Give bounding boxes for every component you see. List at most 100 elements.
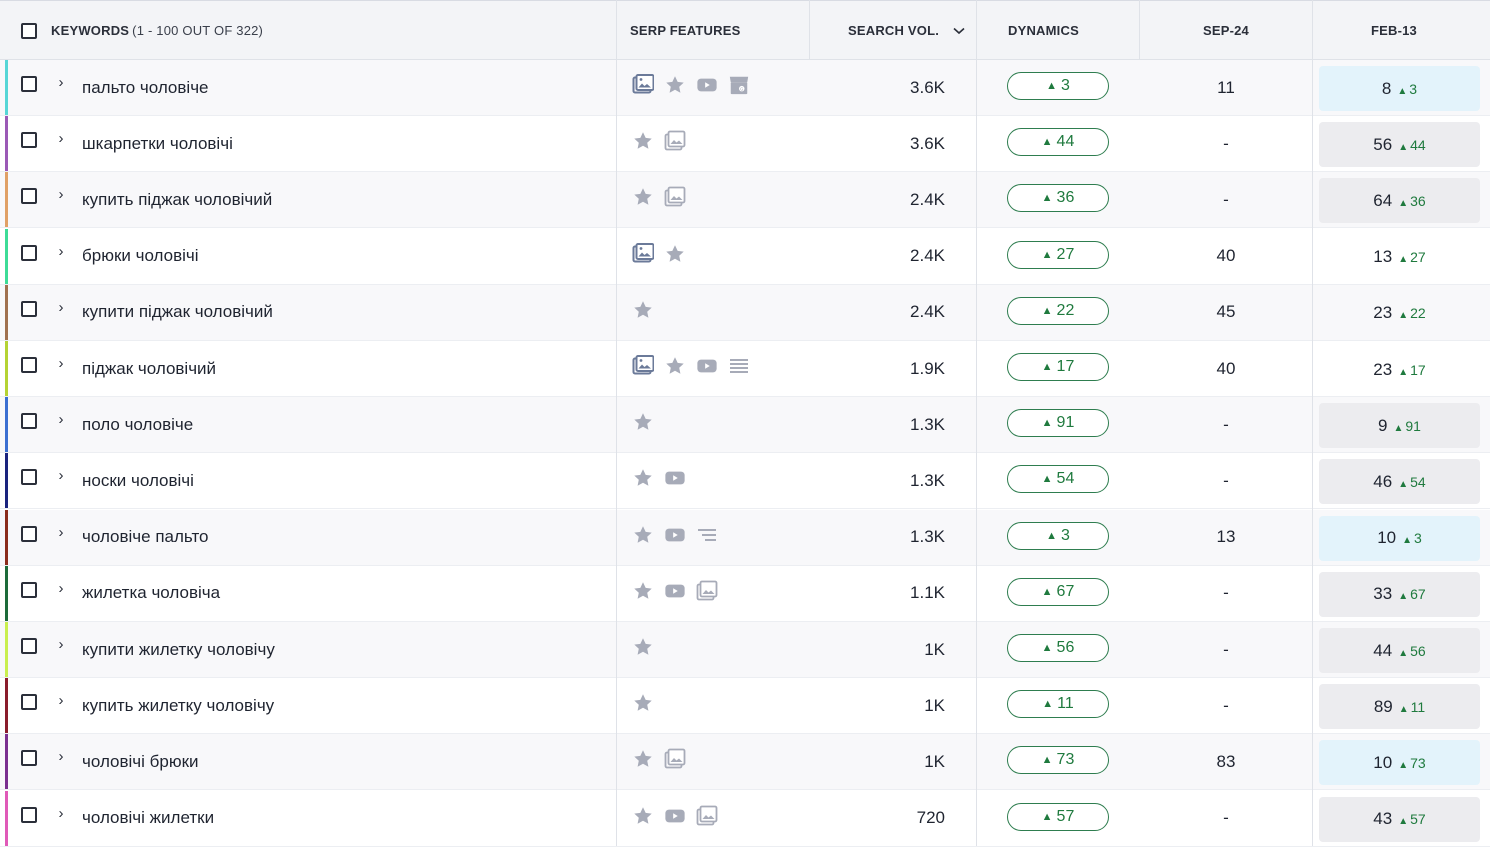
table-row[interactable]: › купити жилетку чоловічу 1K ▲ 56 - 44 ▲ 56 bbox=[0, 622, 1490, 678]
row-checkbox[interactable] bbox=[21, 132, 37, 149]
video-icon[interactable] bbox=[695, 73, 719, 97]
keyword-text[interactable]: піджак чоловічий bbox=[82, 341, 216, 396]
keyword-text[interactable]: чоловічі жилетки bbox=[82, 791, 214, 846]
dynamics-pill[interactable]: ▲ 17 bbox=[1007, 353, 1109, 381]
table-row[interactable]: › брюки чоловічі 2.4K ▲ 27 40 13 ▲ 27 bbox=[0, 228, 1490, 285]
star-icon[interactable] bbox=[631, 635, 655, 659]
expand-chevron-icon[interactable]: › bbox=[56, 636, 66, 653]
keyword-text[interactable]: поло чоловіче bbox=[82, 397, 193, 452]
table-row[interactable]: › купить піджак чоловічий 2.4K ▲ 36 - 64 ▲… bbox=[0, 172, 1490, 229]
keyword-text[interactable]: купити жилетку чоловічу bbox=[82, 622, 275, 677]
expand-chevron-icon[interactable]: › bbox=[56, 186, 66, 203]
expand-chevron-icon[interactable]: › bbox=[56, 692, 66, 709]
text-lines-icon[interactable] bbox=[695, 523, 719, 547]
dynamics-pill[interactable]: ▲ 22 bbox=[1007, 296, 1109, 325]
table-row[interactable]: › піджак чоловічий 1.9K ▲ 17 40 23 ▲ 17 bbox=[0, 341, 1490, 397]
row-checkbox[interactable] bbox=[21, 806, 37, 823]
video-icon[interactable] bbox=[663, 466, 687, 490]
dynamics-pill[interactable]: ▲ 56 bbox=[1007, 634, 1109, 662]
image-icon[interactable] bbox=[695, 579, 719, 603]
keyword-text[interactable]: пальто чоловіче bbox=[82, 60, 209, 115]
row-checkbox[interactable] bbox=[21, 638, 37, 654]
star-icon[interactable] bbox=[631, 804, 655, 828]
sort-chevron-down-icon[interactable] bbox=[953, 27, 965, 35]
table-row[interactable]: › купить жилетку чоловічу 1K ▲ 11 - 89 ▲ 11 bbox=[0, 678, 1490, 735]
star-icon[interactable] bbox=[631, 579, 655, 603]
dynamics-pill[interactable]: ▲ 54 bbox=[1007, 465, 1109, 494]
expand-chevron-icon[interactable]: › bbox=[56, 243, 66, 260]
table-row[interactable]: › чоловіче пальто 1.3K ▲ 3 13 10 ▲ 3 bbox=[0, 509, 1490, 566]
keywords-header[interactable]: KEYWORDS (1 - 100 OUT OF 322) bbox=[51, 1, 611, 60]
row-checkbox[interactable] bbox=[21, 188, 37, 205]
video-icon[interactable] bbox=[663, 804, 687, 828]
dynamics-header[interactable]: DYNAMICS bbox=[1008, 1, 1128, 60]
star-icon[interactable] bbox=[631, 185, 655, 209]
expand-chevron-icon[interactable]: › bbox=[56, 580, 66, 597]
table-row[interactable]: › купити піджак чоловічий 2.4K ▲ 22 45 23… bbox=[0, 284, 1490, 341]
dynamics-pill[interactable]: ▲ 91 bbox=[1007, 409, 1109, 438]
table-row[interactable]: › чоловічі жилетки 720 ▲ 57 - 43 ▲ 57 bbox=[0, 790, 1490, 847]
expand-chevron-icon[interactable]: › bbox=[56, 748, 66, 765]
table-row[interactable]: › пальто чоловіче G 3.6K ▲ 3 11 8 ▲ 3 bbox=[0, 60, 1490, 116]
star-icon[interactable] bbox=[631, 129, 655, 153]
row-checkbox[interactable] bbox=[21, 469, 37, 486]
expand-chevron-icon[interactable]: › bbox=[56, 355, 66, 372]
image-icon[interactable] bbox=[663, 129, 687, 153]
image-pack-icon[interactable] bbox=[631, 242, 655, 266]
dynamics-pill[interactable]: ▲ 73 bbox=[1007, 746, 1109, 775]
star-icon[interactable] bbox=[631, 298, 655, 322]
row-checkbox[interactable] bbox=[21, 581, 37, 598]
keyword-text[interactable]: купить жилетку чоловічу bbox=[82, 678, 274, 733]
search-volume-header[interactable]: SEARCH VOL. bbox=[848, 1, 973, 60]
row-checkbox[interactable] bbox=[21, 694, 37, 711]
shopping-icon[interactable]: G bbox=[727, 73, 751, 97]
dynamics-pill[interactable]: ▲ 57 bbox=[1007, 802, 1109, 831]
expand-chevron-icon[interactable]: › bbox=[56, 411, 66, 428]
select-all-checkbox[interactable] bbox=[21, 22, 37, 39]
keyword-text[interactable]: шкарпетки чоловічі bbox=[82, 116, 233, 171]
keyword-text[interactable]: купить піджак чоловічий bbox=[82, 172, 272, 227]
list-icon[interactable] bbox=[727, 354, 751, 378]
star-icon[interactable] bbox=[631, 523, 655, 547]
image-icon[interactable] bbox=[695, 804, 719, 828]
row-checkbox[interactable] bbox=[21, 413, 37, 430]
video-icon[interactable] bbox=[663, 523, 687, 547]
row-checkbox[interactable] bbox=[21, 750, 37, 767]
star-icon[interactable] bbox=[631, 747, 655, 771]
image-icon[interactable] bbox=[663, 747, 687, 771]
expand-chevron-icon[interactable]: › bbox=[56, 467, 66, 484]
keyword-text[interactable]: чоловічі брюки bbox=[82, 734, 199, 789]
table-row[interactable]: › чоловічі брюки 1K ▲ 73 83 10 ▲ 73 bbox=[0, 734, 1490, 791]
expand-chevron-icon[interactable]: › bbox=[56, 74, 66, 91]
serp-features-header[interactable]: SERP FEATURES bbox=[630, 1, 800, 60]
row-checkbox[interactable] bbox=[21, 244, 37, 261]
image-pack-icon[interactable] bbox=[631, 73, 655, 97]
image-icon[interactable] bbox=[663, 185, 687, 209]
table-row[interactable]: › носки чоловічі 1.3K ▲ 54 - 46 ▲ 54 bbox=[0, 453, 1490, 510]
table-row[interactable]: › шкарпетки чоловічі 3.6K ▲ 44 - 56 ▲ 44 bbox=[0, 116, 1490, 173]
star-icon[interactable] bbox=[631, 410, 655, 434]
star-icon[interactable] bbox=[631, 691, 655, 715]
keyword-text[interactable]: купити піджак чоловічий bbox=[82, 285, 273, 340]
dynamics-pill[interactable]: ▲ 27 bbox=[1007, 240, 1109, 269]
star-icon[interactable] bbox=[663, 242, 687, 266]
dynamics-pill[interactable]: ▲ 3 bbox=[1007, 521, 1109, 550]
dynamics-pill[interactable]: ▲ 3 bbox=[1007, 72, 1109, 100]
feb-13-header[interactable]: FEB-13 bbox=[1313, 1, 1475, 60]
video-icon[interactable] bbox=[663, 579, 687, 603]
dynamics-pill[interactable]: ▲ 67 bbox=[1007, 577, 1109, 606]
keyword-text[interactable]: носки чоловічі bbox=[82, 453, 194, 508]
star-icon[interactable] bbox=[631, 466, 655, 490]
table-row[interactable]: › поло чоловіче 1.3K ▲ 91 - 9 ▲ 91 bbox=[0, 397, 1490, 454]
expand-chevron-icon[interactable]: › bbox=[56, 130, 66, 147]
table-row[interactable]: › жилетка чоловіча 1.1K ▲ 67 - 33 ▲ 67 bbox=[0, 565, 1490, 622]
star-icon[interactable] bbox=[663, 354, 687, 378]
keyword-text[interactable]: жилетка чоловіча bbox=[82, 566, 220, 621]
expand-chevron-icon[interactable]: › bbox=[56, 299, 66, 316]
star-icon[interactable] bbox=[663, 73, 687, 97]
expand-chevron-icon[interactable]: › bbox=[56, 805, 66, 822]
video-icon[interactable] bbox=[695, 354, 719, 378]
row-checkbox[interactable] bbox=[21, 357, 37, 373]
row-checkbox[interactable] bbox=[21, 76, 37, 92]
keyword-text[interactable]: брюки чоловічі bbox=[82, 229, 199, 284]
